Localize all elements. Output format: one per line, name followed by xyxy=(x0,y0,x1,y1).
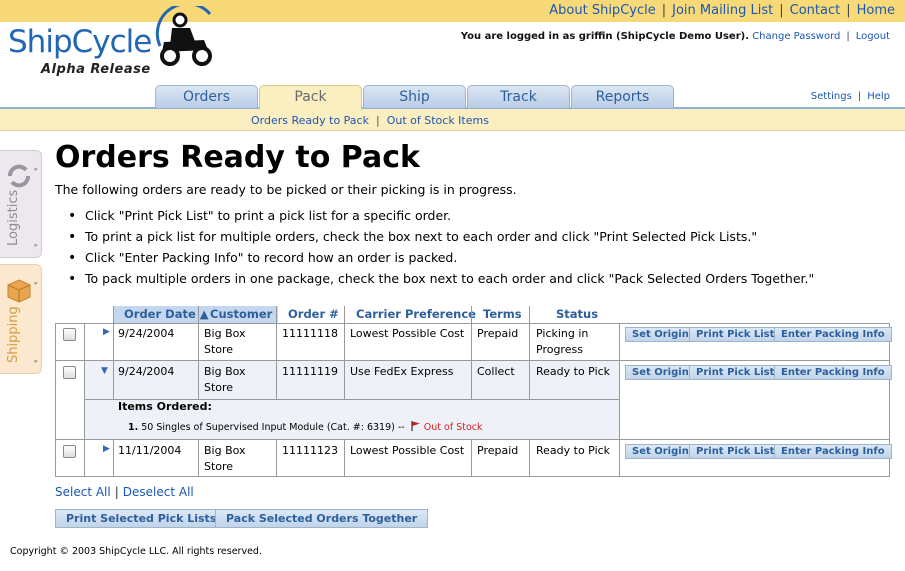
cell-terms: Collect xyxy=(477,365,515,378)
tab-reports[interactable]: Reports xyxy=(571,85,674,108)
cell-carrier: Lowest Possible Cost xyxy=(350,444,465,457)
out-of-stock-label: Out of Stock xyxy=(423,422,483,433)
side-arrow-icon: ▸ xyxy=(34,165,38,173)
row-checkbox[interactable] xyxy=(63,366,76,379)
side-tab-logistics-label: Logistics xyxy=(6,189,21,246)
cell-order-number: 11111123 xyxy=(282,444,338,457)
print-selected-pick-lists-button[interactable]: Print Selected Pick Lists xyxy=(55,509,228,528)
cell-order-number: 11111119 xyxy=(282,365,338,378)
copyright: Copyright © 2003 ShipCycle LLC. All righ… xyxy=(10,546,262,557)
side-arrow-icon: ▸ xyxy=(34,357,38,365)
deselect-all-link[interactable]: Deselect All xyxy=(123,485,194,499)
set-origin-button[interactable]: Set Origin xyxy=(625,327,696,342)
instruction-item: To pack multiple orders in one package, … xyxy=(68,270,814,291)
subnav-orders-ready-link[interactable]: Orders Ready to Pack xyxy=(251,114,369,127)
side-tab-shipping[interactable]: Shipping ▸ ▸ xyxy=(0,264,42,374)
tab-ship[interactable]: Ship xyxy=(363,85,466,108)
column-header-customer[interactable]: Customer xyxy=(210,306,272,323)
ordered-item: 1. 50 Singles of Supervised Input Module… xyxy=(128,421,483,433)
contact-link[interactable]: Contact xyxy=(790,3,841,18)
enter-packing-info-button[interactable]: Enter Packing Info xyxy=(774,444,892,459)
package-icon xyxy=(7,279,31,303)
instruction-item: To print a pick list for multiple orders… xyxy=(68,228,814,249)
cell-order-date: 9/24/2004 xyxy=(118,327,175,340)
change-password-link[interactable]: Change Password xyxy=(752,31,840,42)
settings-link[interactable]: Settings xyxy=(811,91,852,102)
cell-terms: Prepaid xyxy=(477,327,519,340)
side-arrow-icon: ▸ xyxy=(34,279,38,287)
cell-order-number: 11111118 xyxy=(282,327,338,340)
logo-subtitle: Alpha Release xyxy=(41,62,151,77)
mailing-list-link[interactable]: Join Mailing List xyxy=(672,3,773,18)
instruction-list: Click "Print Pick List" to print a pick … xyxy=(68,207,814,291)
column-header-carrier[interactable]: Carrier Preference xyxy=(356,306,476,323)
cell-customer: Big Box Store xyxy=(204,327,246,356)
collapse-triangle-icon[interactable]: ▼ xyxy=(101,366,108,376)
tab-orders[interactable]: Orders xyxy=(155,85,258,108)
cell-status: Ready to Pick xyxy=(536,365,611,378)
logout-link[interactable]: Logout xyxy=(856,31,890,42)
login-message: You are logged in as griffin (ShipCycle … xyxy=(460,31,749,42)
intro-text: The following orders are ready to be pic… xyxy=(55,182,517,197)
column-header-status[interactable]: Status xyxy=(556,306,598,323)
column-header-order-date[interactable]: Order Date ▲ xyxy=(124,306,209,323)
cell-customer: Big Box Store xyxy=(204,365,246,394)
cell-carrier: Lowest Possible Cost xyxy=(350,327,465,340)
tab-pack[interactable]: Pack xyxy=(259,85,362,110)
column-header-order-number[interactable]: Order # xyxy=(288,306,339,323)
logo-text: ShipCycle xyxy=(8,24,152,60)
cell-order-date: 11/11/2004 xyxy=(118,444,182,457)
items-ordered-title: Items Ordered: xyxy=(118,400,212,413)
set-origin-button[interactable]: Set Origin xyxy=(625,365,696,380)
print-pick-list-button[interactable]: Print Pick List xyxy=(689,444,782,459)
print-pick-list-button[interactable]: Print Pick List xyxy=(689,365,782,380)
row-checkbox[interactable] xyxy=(63,445,76,458)
row-checkbox[interactable] xyxy=(63,328,76,341)
select-all-link[interactable]: Select All xyxy=(55,485,111,499)
login-status: You are logged in as griffin (ShipCycle … xyxy=(460,31,890,42)
item-number: 1. xyxy=(128,422,139,433)
logo[interactable]: ShipCycle Alpha Release xyxy=(8,6,218,84)
item-description: 50 Singles of Supervised Input Module (C… xyxy=(141,422,405,433)
instruction-item: Click "Print Pick List" to print a pick … xyxy=(68,207,814,228)
about-link[interactable]: About ShipCycle xyxy=(549,3,655,18)
top-bar: About ShipCycle | Join Mailing List | Contac… xyxy=(0,0,905,22)
logistics-icon xyxy=(8,164,30,188)
instruction-item: Click "Enter Packing Info" to record how… xyxy=(68,249,814,270)
cell-carrier: Use FedEx Express xyxy=(350,365,454,378)
cell-status: Ready to Pick xyxy=(536,444,611,457)
sub-navigation: Orders Ready to Pack | Out of Stock Items xyxy=(0,109,905,131)
selection-links: Select All | Deselect All xyxy=(55,485,194,499)
print-pick-list-button[interactable]: Print Pick List xyxy=(689,327,782,342)
tab-track[interactable]: Track xyxy=(467,85,570,108)
side-arrow-icon: ▸ xyxy=(34,241,38,249)
scooter-rider-icon xyxy=(155,6,212,66)
enter-packing-info-button[interactable]: Enter Packing Info xyxy=(774,365,892,380)
help-link[interactable]: Help xyxy=(867,91,890,102)
pack-selected-orders-button[interactable]: Pack Selected Orders Together xyxy=(215,509,429,528)
cell-order-date: 9/24/2004 xyxy=(118,365,175,378)
enter-packing-info-button[interactable]: Enter Packing Info xyxy=(774,327,892,342)
cell-terms: Prepaid xyxy=(477,444,519,457)
column-header-terms[interactable]: Terms xyxy=(483,306,522,323)
settings-links: Settings | Help xyxy=(810,91,890,102)
side-tab-logistics[interactable]: Logistics ▸ ▸ xyxy=(0,150,42,258)
top-links: About ShipCycle | Join Mailing List | Contac… xyxy=(549,3,895,18)
side-tab-shipping-label: Shipping xyxy=(6,306,21,363)
red-flag-icon xyxy=(411,421,420,431)
page-title: Orders Ready to Pack xyxy=(55,140,420,175)
subnav-links: Orders Ready to Pack | Out of Stock Items xyxy=(251,114,489,127)
subnav-out-of-stock-link[interactable]: Out of Stock Items xyxy=(387,114,489,127)
expand-triangle-icon[interactable]: ▶ xyxy=(103,327,110,337)
cell-customer: Big Box Store xyxy=(204,444,246,473)
home-link[interactable]: Home xyxy=(857,3,895,18)
cell-status: Picking in Progress xyxy=(536,327,589,356)
set-origin-button[interactable]: Set Origin xyxy=(625,444,696,459)
expand-triangle-icon[interactable]: ▶ xyxy=(103,444,110,454)
